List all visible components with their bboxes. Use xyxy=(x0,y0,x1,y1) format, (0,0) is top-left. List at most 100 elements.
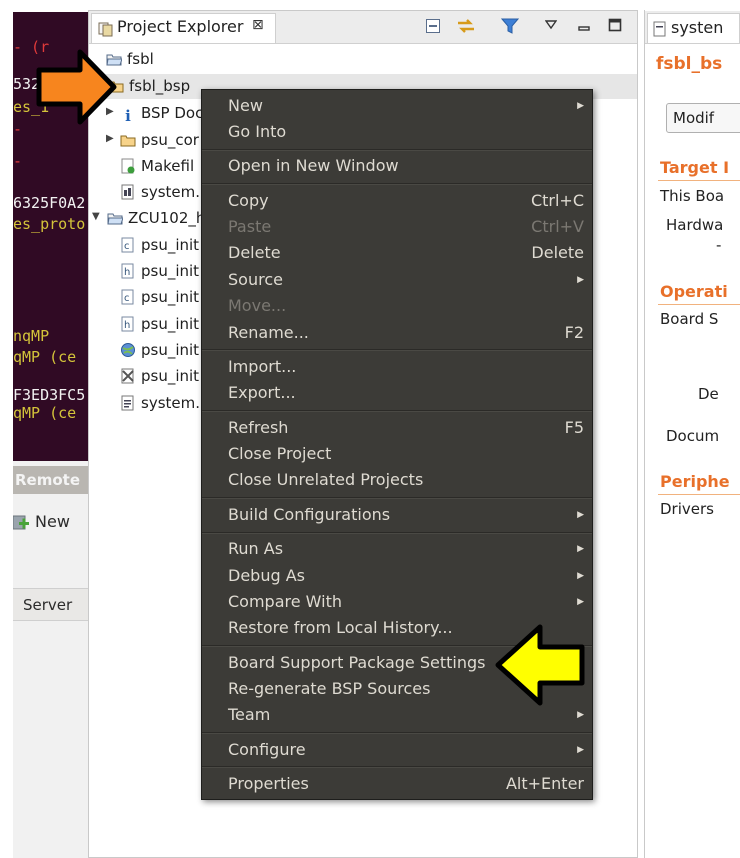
section-divider xyxy=(658,494,740,495)
menu-separator xyxy=(202,766,592,768)
menu-item-label: Delete xyxy=(228,243,281,262)
terminal-line: qMP (ce xyxy=(13,348,77,366)
info-icon: i xyxy=(125,107,131,125)
filter-icon[interactable] xyxy=(501,17,519,35)
tree-item-zcu102[interactable]: ZCU102_h xyxy=(107,206,205,230)
menu-separator xyxy=(202,410,592,412)
menu-item-new[interactable]: New ▶ xyxy=(202,93,592,119)
menu-item-import[interactable]: Import... xyxy=(202,354,592,380)
menu-item-properties[interactable]: Properties Alt+Enter xyxy=(202,771,592,797)
project-explorer-tab[interactable]: Project Explorer ⊠ xyxy=(91,13,276,43)
link-with-editor-icon[interactable] xyxy=(456,16,476,36)
h-file-icon: h xyxy=(121,263,134,279)
editor-title: fsbl_bs xyxy=(656,54,723,74)
menu-item-open-new-window[interactable]: Open in New Window xyxy=(202,153,592,179)
tree-item-psu-init-h[interactable]: h psu_init xyxy=(120,259,199,283)
menu-item-refresh[interactable]: Refresh F5 xyxy=(202,415,592,441)
tree-label: psu_cor xyxy=(141,131,199,149)
menu-item-label: Go Into xyxy=(228,122,287,141)
menu-item-label: Compare With xyxy=(228,592,342,611)
tree-item-psu-init-html[interactable]: psu_init xyxy=(120,338,199,362)
tree-label: psu_init xyxy=(141,341,200,359)
menu-item-label: Import... xyxy=(228,357,297,376)
submenu-arrow-icon: ▶ xyxy=(577,275,584,285)
tree-item-psu-init-tcl[interactable]: psu_init xyxy=(120,364,199,388)
menu-item-copy[interactable]: Copy Ctrl+C xyxy=(202,188,592,214)
editor-tab-title: systen xyxy=(671,18,724,37)
hardware-label: Hardwa xyxy=(666,216,724,234)
tree-item-psu-init-h2[interactable]: h psu_init xyxy=(120,312,199,336)
terminal-line: 6325F0A2 xyxy=(13,194,86,212)
menu-item-label: Configure xyxy=(228,740,306,759)
tree-label: psu_init xyxy=(141,288,200,306)
close-tab-icon[interactable]: ⊠ xyxy=(252,17,264,33)
new-button-label: New xyxy=(35,512,70,531)
svg-text:h: h xyxy=(124,267,130,278)
menu-item-rename[interactable]: Rename... F2 xyxy=(202,320,592,346)
menu-item-label: Close Project xyxy=(228,444,332,463)
menu-separator xyxy=(202,149,592,151)
menu-item-run-as[interactable]: Run As ▶ xyxy=(202,536,592,562)
collapse-arrow-icon[interactable]: ▼ xyxy=(92,211,100,222)
menu-item-label: Run As xyxy=(228,539,284,558)
menu-item-close-project[interactable]: Close Project xyxy=(202,441,592,467)
submenu-arrow-icon: ▶ xyxy=(577,745,584,755)
expand-arrow-icon[interactable]: ▶ xyxy=(106,133,114,144)
menu-item-label: New xyxy=(228,96,263,115)
menu-item-go-into[interactable]: Go Into xyxy=(202,119,592,145)
menu-item-configure[interactable]: Configure ▶ xyxy=(202,737,592,763)
new-connection-button[interactable]: New xyxy=(12,506,70,538)
menu-item-build-configurations[interactable]: Build Configurations ▶ xyxy=(202,502,592,528)
menu-item-label: Rename... xyxy=(228,323,309,342)
de-label: De xyxy=(698,385,719,403)
maximize-icon[interactable] xyxy=(608,18,622,32)
tree-item-psu-init-c[interactable]: c psu_init xyxy=(120,233,199,257)
tree-item-makefile[interactable]: Makefil xyxy=(120,154,194,178)
section-divider xyxy=(658,180,740,181)
tree-item-system[interactable]: system. xyxy=(120,180,200,204)
menu-item-label: Paste xyxy=(228,217,272,236)
modify-button[interactable]: Modif xyxy=(666,103,740,133)
view-menu-icon[interactable] xyxy=(545,20,557,30)
menu-item-debug-as[interactable]: Debug As ▶ xyxy=(202,563,592,589)
menu-item-label: Board Support Package Settings xyxy=(228,653,486,672)
menu-item-source[interactable]: Source ▶ xyxy=(202,267,592,293)
menu-item-move[interactable]: Move... xyxy=(202,293,592,319)
tree-label: Makefil xyxy=(141,157,195,175)
menu-item-label: Move... xyxy=(228,296,287,315)
add-icon xyxy=(12,515,29,530)
tcl-file-icon xyxy=(121,368,134,384)
menu-item-compare-with[interactable]: Compare With ▶ xyxy=(202,589,592,615)
tree-item-fsbl-bsp[interactable]: fsbl_bsp xyxy=(108,74,190,98)
menu-item-label: Debug As xyxy=(228,566,305,585)
menu-item-shortcut: Ctrl+V xyxy=(531,217,584,236)
editor-tab[interactable]: systen xyxy=(647,13,740,43)
menu-separator xyxy=(202,497,592,499)
menu-item-export[interactable]: Export... xyxy=(202,380,592,406)
makefile-icon xyxy=(121,158,135,174)
docum-label: Docum xyxy=(666,427,720,445)
tree-item-psu-init-c2[interactable]: c psu_init xyxy=(120,285,199,309)
terminal-line: - xyxy=(13,152,23,170)
minimize-icon[interactable] xyxy=(577,18,591,32)
menu-item-label: Build Configurations xyxy=(228,505,391,524)
server-tab[interactable]: Server xyxy=(13,588,88,621)
remote-tab[interactable]: Remote xyxy=(13,466,88,494)
tree-label: psu_init xyxy=(141,315,200,333)
svg-text:c: c xyxy=(124,293,130,304)
menu-item-label: Copy xyxy=(228,191,269,210)
c-file-icon: c xyxy=(121,289,134,305)
submenu-arrow-icon: ▶ xyxy=(577,597,584,607)
board-s-label: Board S xyxy=(660,310,719,328)
operating-heading: Operati xyxy=(660,282,728,301)
menu-item-label: Export... xyxy=(228,383,296,402)
tree-item-bsp-doc[interactable]: i BSP Doc xyxy=(120,101,203,125)
tree-label: fsbl_bsp xyxy=(129,77,191,95)
tree-item-system-hdf[interactable]: system. xyxy=(120,391,200,415)
tree-item-psu-cor[interactable]: psu_cor xyxy=(120,128,199,152)
globe-icon xyxy=(121,343,135,357)
collapse-all-icon[interactable] xyxy=(425,18,441,34)
menu-item-paste[interactable]: Paste Ctrl+V xyxy=(202,214,592,240)
menu-item-close-unrelated[interactable]: Close Unrelated Projects xyxy=(202,467,592,493)
menu-item-delete[interactable]: Delete Delete xyxy=(202,240,592,266)
